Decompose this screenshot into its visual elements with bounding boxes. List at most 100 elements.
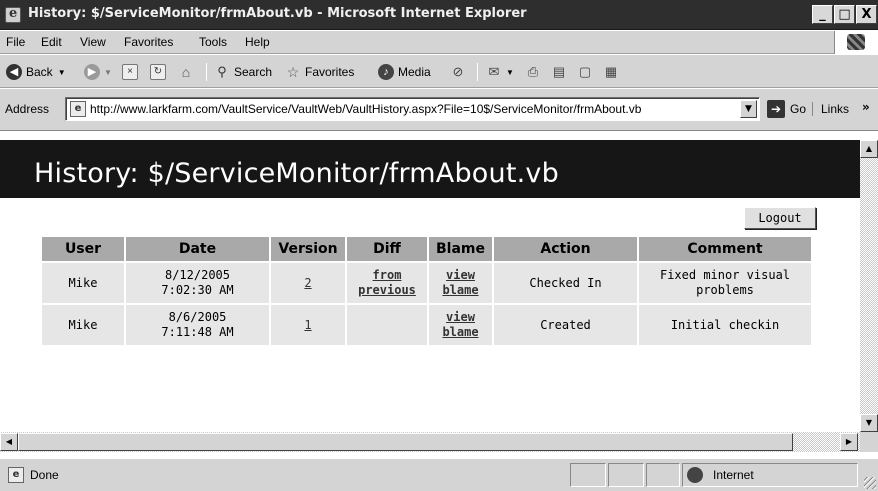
table-row: Mike 8/12/2005 7:02:30 AM 2 from previou… — [42, 263, 811, 303]
favorites-star-icon: ☆ — [286, 64, 300, 80]
home-button[interactable]: ⌂ — [178, 62, 198, 82]
blame-link-line1: view — [446, 310, 475, 324]
cell-diff — [347, 305, 427, 345]
history-button[interactable]: ⊘ — [450, 62, 470, 82]
page-icon: e — [70, 101, 86, 117]
page-content: History: $/ServiceMonitor/frmAbout.vb Lo… — [0, 140, 860, 432]
column-header-comment: Comment — [639, 237, 811, 261]
vertical-scrollbar[interactable]: ▲ ▼ — [860, 140, 878, 432]
history-icon: ⊘ — [452, 64, 464, 79]
title-bar: History: $/ServiceMonitor/frmAbout.vb - … — [0, 0, 878, 30]
cell-user: Mike — [42, 263, 124, 303]
scroll-up-icon[interactable]: ▲ — [860, 140, 878, 158]
favorites-button[interactable]: ☆ Favorites — [285, 62, 355, 82]
column-header-action: Action — [494, 237, 637, 261]
ie-app-icon[interactable] — [5, 6, 21, 23]
maximize-button[interactable]: □ — [834, 5, 855, 24]
diff-link[interactable]: from previous — [358, 268, 416, 297]
stop-icon: × — [122, 64, 138, 80]
toolbar-separator — [477, 63, 478, 81]
address-url[interactable]: http://www.larkfarm.com/VaultService/Vau… — [90, 102, 730, 116]
search-button[interactable]: ⚲ Search — [214, 62, 272, 82]
menu-favorites[interactable]: Favorites — [124, 35, 173, 49]
mail-dropdown-icon[interactable]: ▼ — [506, 68, 514, 77]
column-header-date: Date — [126, 237, 269, 261]
scroll-down-icon[interactable]: ▼ — [860, 414, 878, 432]
resize-grip-icon[interactable] — [864, 477, 876, 489]
mail-button[interactable]: ✉ ▼ — [486, 62, 514, 82]
back-button[interactable]: ◀ Back ▼ — [6, 62, 66, 82]
menu-file[interactable]: File — [6, 35, 25, 49]
media-button[interactable]: ♪ Media — [378, 62, 431, 82]
cell-action: Checked In — [494, 263, 637, 303]
close-button[interactable]: X — [856, 5, 877, 24]
favorites-label: Favorites — [305, 65, 355, 79]
media-icon: ♪ — [378, 64, 394, 80]
column-header-diff: Diff — [347, 237, 427, 261]
address-label: Address — [5, 102, 50, 116]
back-label: Back — [26, 65, 53, 79]
page-status-icon: e — [8, 467, 24, 483]
blame-link-line2: blame — [442, 283, 479, 297]
discuss-icon: ▢ — [578, 64, 592, 79]
search-label: Search — [234, 65, 273, 79]
diff-link-line1: from — [372, 268, 402, 282]
messenger-button[interactable]: ▦ — [603, 62, 623, 82]
address-field[interactable]: e http://www.larkfarm.com/VaultService/V… — [65, 97, 760, 121]
page-title: History: $/ServiceMonitor/frmAbout.vb — [34, 158, 559, 189]
discuss-button[interactable]: ▢ — [577, 62, 597, 82]
logout-button[interactable]: Logout — [744, 207, 816, 229]
cell-comment: Initial checkin — [639, 305, 811, 345]
go-button[interactable]: ➔ Go — [767, 100, 806, 118]
version-link[interactable]: 2 — [304, 276, 311, 290]
back-arrow-icon: ◀ — [6, 64, 22, 80]
go-arrow-icon: ➔ — [767, 100, 785, 118]
minimize-button[interactable]: _ — [812, 5, 833, 24]
scroll-left-icon[interactable]: ◀ — [0, 433, 18, 451]
cell-diff: from previous — [347, 263, 427, 303]
links-chevron-icon[interactable]: » — [862, 100, 870, 114]
forward-dropdown-icon[interactable]: ▼ — [104, 68, 112, 77]
date-text: 8/6/2005 — [168, 310, 227, 324]
menu-view[interactable]: View — [80, 35, 106, 49]
scroll-right-icon[interactable]: ▶ — [840, 433, 858, 451]
blame-link[interactable]: view blame — [442, 310, 478, 339]
horizontal-scroll-thumb[interactable] — [18, 433, 793, 451]
status-pane — [570, 463, 606, 487]
toolbar: ◀ Back ▼ ▶ ▼ × ↻ ⌂ ⚲ Search ☆ Favorites … — [0, 55, 878, 88]
forward-button[interactable]: ▶ ▼ — [84, 62, 112, 82]
cell-blame: view blame — [429, 263, 492, 303]
address-dropdown-icon[interactable]: ▼ — [740, 100, 757, 118]
comment-line1: Fixed minor visual — [659, 268, 791, 282]
cell-version: 2 — [271, 263, 345, 303]
menu-help[interactable]: Help — [245, 35, 270, 49]
version-link[interactable]: 1 — [304, 318, 311, 332]
home-icon: ⌂ — [181, 64, 191, 80]
time-text: 7:11:48 AM — [161, 325, 234, 339]
edit-button[interactable]: ▤ — [551, 62, 571, 82]
internet-globe-icon — [687, 467, 703, 483]
column-header-version: Version — [271, 237, 345, 261]
zone-label: Internet — [713, 468, 754, 482]
links-button[interactable]: Links — [812, 102, 849, 116]
comment-line2: problems — [696, 283, 754, 297]
go-label: Go — [790, 102, 807, 116]
windows-logo-throbber — [834, 31, 878, 54]
page-header: History: $/ServiceMonitor/frmAbout.vb — [0, 140, 860, 198]
stop-button[interactable]: × — [122, 62, 142, 82]
back-dropdown-icon[interactable]: ▼ — [58, 68, 66, 77]
menu-edit[interactable]: Edit — [41, 35, 62, 49]
window-title: History: $/ServiceMonitor/frmAbout.vb - … — [28, 6, 527, 21]
date-text: 8/12/2005 — [164, 268, 231, 282]
table-header-row: User Date Version Diff Blame Action Comm… — [42, 237, 811, 261]
blame-link[interactable]: view blame — [442, 268, 478, 297]
cell-action: Created — [494, 305, 637, 345]
column-header-user: User — [42, 237, 124, 261]
cell-comment: Fixed minor visual problems — [639, 263, 811, 303]
diff-link-line2: previous — [358, 283, 416, 297]
refresh-button[interactable]: ↻ — [150, 62, 170, 82]
menu-tools[interactable]: Tools — [199, 35, 227, 49]
print-button[interactable]: ⎙ — [525, 62, 545, 82]
print-icon: ⎙ — [527, 64, 539, 79]
horizontal-scrollbar[interactable]: ◀ ▶ — [0, 432, 860, 452]
